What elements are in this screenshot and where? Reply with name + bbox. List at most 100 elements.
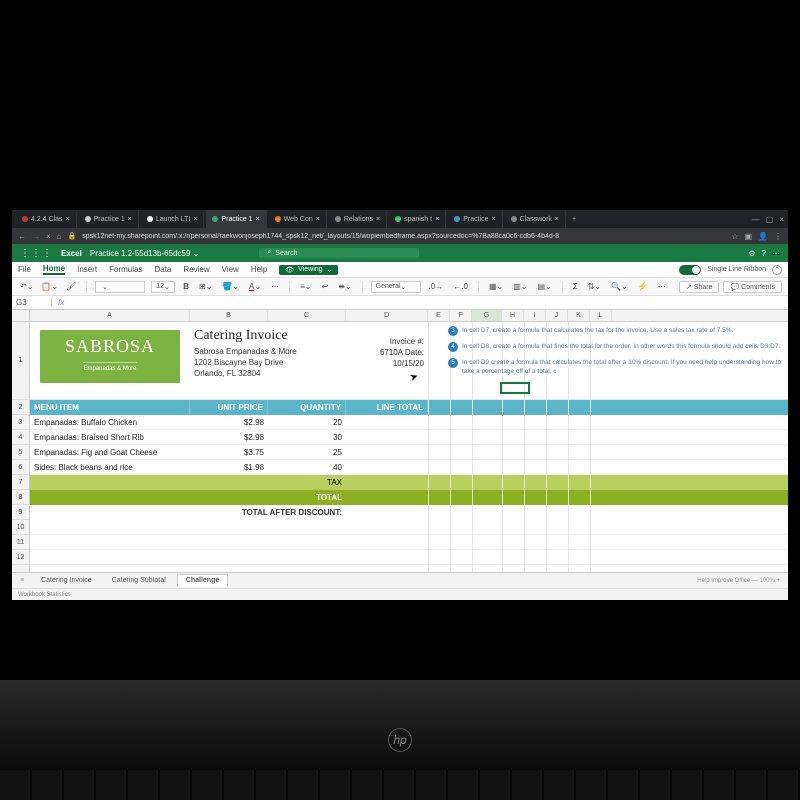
- cell-styles-icon[interactable]: ▤⌄: [536, 282, 554, 291]
- row-7[interactable]: 7: [12, 475, 29, 490]
- tab-1[interactable]: Practice 1×: [79, 210, 139, 228]
- autosum-icon[interactable]: Σ: [571, 282, 580, 291]
- help-icon[interactable]: ?: [762, 249, 766, 258]
- font-family-select[interactable]: ⌄: [95, 281, 145, 293]
- row-12[interactable]: 12: [12, 550, 29, 565]
- tab-8[interactable]: Classwork×: [505, 210, 566, 228]
- close-icon[interactable]: ×: [193, 216, 197, 223]
- decrease-decimal-icon[interactable]: ←.0: [451, 282, 470, 291]
- share-button[interactable]: ↗ Share: [679, 281, 720, 293]
- account-icon[interactable]: 👤: [758, 232, 768, 241]
- row-4[interactable]: 4: [12, 430, 29, 445]
- ideas-icon[interactable]: ⚡: [636, 282, 650, 291]
- home-icon[interactable]: ⌂: [57, 232, 62, 241]
- tab-4[interactable]: Web Con×: [269, 210, 327, 228]
- merge-icon[interactable]: ⬌⌄: [336, 282, 353, 291]
- col-e[interactable]: E: [428, 310, 450, 321]
- font-color-icon[interactable]: A⌄: [247, 282, 263, 291]
- row-8[interactable]: 8: [12, 490, 29, 505]
- row-11[interactable]: 11: [12, 535, 29, 550]
- col-a[interactable]: A: [30, 310, 190, 321]
- col-j[interactable]: J: [546, 310, 568, 321]
- sheet-tab[interactable]: Catering Subtotal: [103, 574, 175, 587]
- more-icon[interactable]: ⋯: [656, 282, 668, 291]
- col-k[interactable]: K: [568, 310, 590, 321]
- settings-icon[interactable]: ⚙: [748, 249, 755, 258]
- row-6[interactable]: 6: [12, 460, 29, 475]
- paste-icon[interactable]: 📋⌄: [39, 282, 60, 291]
- format-table-icon[interactable]: ▥⌄: [511, 282, 529, 291]
- col-f[interactable]: F: [450, 310, 472, 321]
- col-d[interactable]: D: [346, 310, 428, 321]
- tab-6[interactable]: spanish t×: [389, 210, 446, 228]
- tab-data[interactable]: Data: [154, 265, 171, 274]
- tab-view[interactable]: View: [222, 265, 239, 274]
- col-l[interactable]: L: [590, 310, 612, 321]
- borders-icon[interactable]: ⊞⌄: [197, 282, 214, 291]
- viewing-mode-button[interactable]: 👁Viewing ⌄: [279, 265, 338, 275]
- find-icon[interactable]: 🔍⌄: [609, 282, 630, 291]
- tab-help[interactable]: Help: [251, 265, 267, 274]
- comments-button[interactable]: 💬 Comments: [723, 281, 782, 293]
- close-icon[interactable]: ×: [492, 216, 496, 223]
- col-i[interactable]: I: [524, 310, 546, 321]
- tab-file[interactable]: File: [18, 265, 31, 274]
- fx-icon[interactable]: fx: [52, 298, 70, 307]
- align-icon[interactable]: ≡⌄: [298, 282, 313, 291]
- cast-icon[interactable]: ▣: [744, 232, 752, 241]
- more-font-icon[interactable]: ⋯: [269, 282, 281, 291]
- star-icon[interactable]: ☆: [731, 232, 738, 241]
- col-b[interactable]: B: [190, 310, 268, 321]
- back-icon[interactable]: ←: [18, 232, 26, 241]
- row-3[interactable]: 3: [12, 415, 29, 430]
- col-g[interactable]: G: [472, 310, 502, 321]
- wrap-icon[interactable]: ↩: [320, 282, 331, 291]
- row-2[interactable]: 2: [12, 400, 29, 415]
- conditional-format-icon[interactable]: ▦⌄: [487, 282, 505, 291]
- forward-icon[interactable]: →: [32, 232, 40, 241]
- bold-button[interactable]: B: [181, 282, 191, 291]
- menu-icon[interactable]: ⋮: [774, 232, 782, 241]
- sheet-tab[interactable]: Catering Invoice: [32, 574, 101, 587]
- row-5[interactable]: 5: [12, 445, 29, 460]
- undo-icon[interactable]: ↶⌄: [18, 282, 35, 291]
- name-box[interactable]: G3: [12, 298, 52, 307]
- tab-3[interactable]: Practice 1×: [206, 210, 266, 228]
- row-10[interactable]: 10: [12, 520, 29, 535]
- close-icon[interactable]: ×: [555, 216, 559, 223]
- workbook-stats[interactable]: Workbook Statistics: [18, 592, 71, 598]
- fill-color-icon[interactable]: 🪣⌄: [220, 282, 241, 291]
- selected-cell-g3[interactable]: [500, 382, 530, 394]
- spreadsheet-grid[interactable]: 1 2 3 4 5 6 7 8 9 10 11 12: [12, 322, 788, 572]
- tab-review[interactable]: Review: [183, 265, 209, 274]
- minimize-icon[interactable]: —: [752, 215, 760, 224]
- close-icon[interactable]: ×: [46, 232, 51, 241]
- all-sheets-icon[interactable]: ≡: [20, 577, 24, 584]
- new-tab-button[interactable]: +: [568, 216, 580, 223]
- close-icon[interactable]: ×: [128, 216, 132, 223]
- close-icon[interactable]: ×: [435, 216, 439, 223]
- tab-home[interactable]: Home: [43, 264, 65, 275]
- document-name[interactable]: Practice 1.2-55d13b-65dc59 ⌄: [90, 249, 199, 258]
- search-input[interactable]: ⌕ Search: [259, 248, 419, 258]
- tab-formulas[interactable]: Formulas: [109, 265, 142, 274]
- url-field[interactable]: spsk12net-my.sharepoint.com/:x:/r/person…: [82, 233, 725, 240]
- number-format-select[interactable]: General ⌄: [371, 281, 421, 293]
- close-icon[interactable]: ×: [256, 216, 260, 223]
- ribbon-collapse-icon[interactable]: ⌃: [772, 265, 782, 275]
- ribbon-toggle[interactable]: [679, 265, 701, 275]
- more-icon[interactable]: ⋯: [772, 249, 780, 258]
- col-c[interactable]: C: [268, 310, 346, 321]
- row-1[interactable]: 1: [12, 322, 29, 400]
- close-window-icon[interactable]: ×: [779, 215, 784, 224]
- maximize-icon[interactable]: ▢: [766, 215, 774, 224]
- tab-5[interactable]: Relations×: [329, 210, 387, 228]
- app-launcher-icon[interactable]: ⋮⋮⋮: [12, 248, 61, 259]
- close-icon[interactable]: ×: [316, 216, 320, 223]
- tab-0[interactable]: 4.2.4 Clas×: [16, 210, 77, 228]
- sheet-tab[interactable]: Challenge: [177, 574, 228, 587]
- tab-insert[interactable]: Insert: [77, 265, 97, 274]
- font-size-select[interactable]: 12 ⌄: [151, 281, 175, 293]
- sort-icon[interactable]: ⇅⌄: [586, 282, 603, 291]
- tab-2[interactable]: Launch LTI×: [141, 210, 205, 228]
